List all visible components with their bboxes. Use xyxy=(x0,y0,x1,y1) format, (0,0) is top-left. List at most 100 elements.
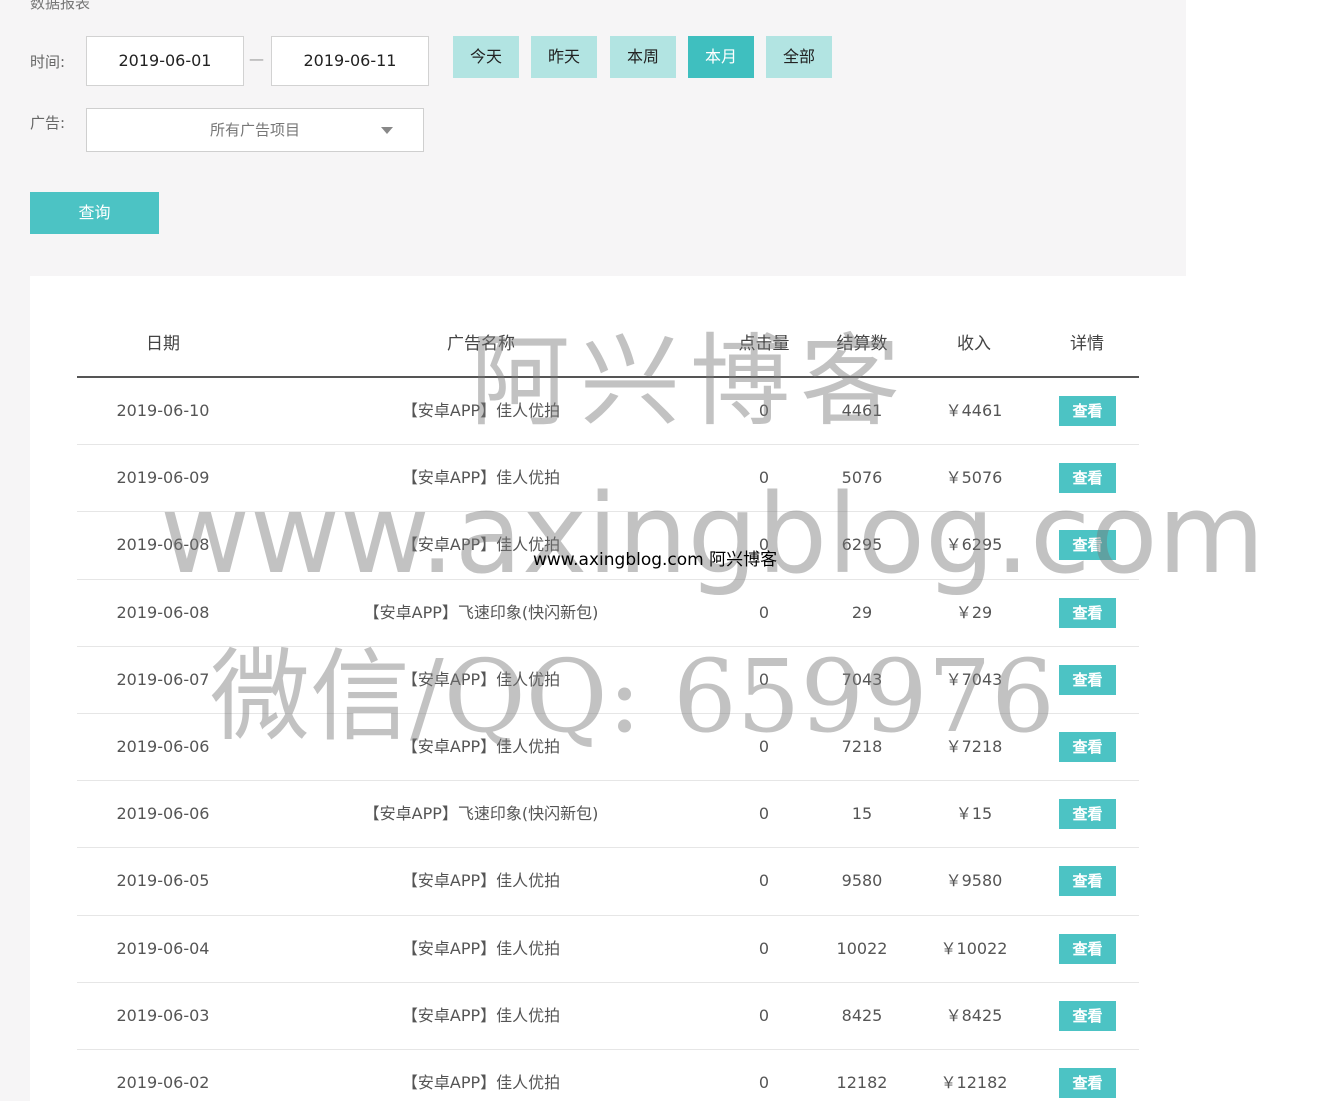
view-detail-button[interactable]: 查看 xyxy=(1059,1000,1116,1031)
cell-income: ￥8425 xyxy=(945,1005,1003,1025)
column-header-detail: 详情 xyxy=(1070,334,1104,354)
cell-settle: 6295 xyxy=(841,535,883,555)
table-row: 2019-06-08 【安卓APP】飞速印象(快闪新包) 0 29 ￥29 查看 xyxy=(77,580,1139,647)
cell-clicks: 0 xyxy=(758,602,770,622)
view-detail-button[interactable]: 查看 xyxy=(1059,866,1116,897)
report-table: 日期 广告名称 点击量 结算数 收入 详情 2019-06-10 【安卓APP】佳… xyxy=(77,324,1139,1101)
column-header-settle: 结算数 xyxy=(836,334,888,354)
range-month-button[interactable]: 本月 xyxy=(688,36,754,78)
cell-ad-name: 【安卓APP】佳人优拍 xyxy=(401,401,561,420)
cell-ad-name: 【安卓APP】佳人优拍 xyxy=(401,1005,561,1025)
view-detail-button[interactable]: 查看 xyxy=(1059,664,1116,695)
cell-clicks: 0 xyxy=(758,401,770,420)
table-header: 日期 广告名称 点击量 结算数 收入 详情 xyxy=(77,324,1139,378)
cell-settle: 12182 xyxy=(836,1072,888,1092)
report-panel: 日期 广告名称 点击量 结算数 收入 详情 2019-06-10 【安卓APP】佳… xyxy=(30,276,1186,1101)
table-row: 2019-06-06 【安卓APP】佳人优拍 0 7218 ￥7218 查看 xyxy=(77,714,1139,782)
table-row: 2019-06-06 【安卓APP】飞速印象(快闪新包) 0 15 ￥15 查看 xyxy=(77,781,1139,849)
range-yesterday-button[interactable]: 昨天 xyxy=(531,36,597,78)
cell-date: 2019-06-08 xyxy=(116,602,210,622)
cell-settle: 8425 xyxy=(841,1005,883,1025)
date-from-input[interactable]: 2019-06-01 xyxy=(86,36,244,86)
cell-income: ￥4461 xyxy=(945,401,1003,420)
date-separator: — xyxy=(249,50,264,68)
cell-clicks: 0 xyxy=(758,804,770,824)
column-header-date: 日期 xyxy=(146,334,180,354)
cell-settle: 15 xyxy=(851,804,873,824)
cell-date: 2019-06-02 xyxy=(116,1072,210,1092)
cell-clicks: 0 xyxy=(758,938,770,958)
cell-date: 2019-06-03 xyxy=(116,1005,210,1025)
date-to-input[interactable]: 2019-06-11 xyxy=(271,36,429,86)
cell-date: 2019-06-09 xyxy=(116,468,210,488)
column-header-clicks: 点击量 xyxy=(738,334,790,354)
cell-date: 2019-06-08 xyxy=(116,535,210,555)
cell-income: ￥9580 xyxy=(945,871,1003,891)
cell-ad-name: 【安卓APP】佳人优拍 xyxy=(401,669,561,689)
cell-ad-name: 【安卓APP】佳人优拍 xyxy=(401,1072,561,1092)
cell-income: ￥7043 xyxy=(945,669,1003,689)
cell-ad-name: 【安卓APP】佳人优拍 xyxy=(401,736,561,756)
column-header-income: 收入 xyxy=(957,334,991,354)
page-title: 数据报表 xyxy=(30,0,91,12)
range-week-button[interactable]: 本周 xyxy=(610,36,676,78)
view-detail-button[interactable]: 查看 xyxy=(1059,933,1116,964)
query-button[interactable]: 查询 xyxy=(30,192,159,234)
view-detail-button[interactable]: 查看 xyxy=(1059,731,1116,762)
time-label: 时间: xyxy=(30,53,66,71)
cell-income: ￥15 xyxy=(955,804,993,824)
view-detail-button[interactable]: 查看 xyxy=(1059,799,1116,830)
table-row: 2019-06-05 【安卓APP】佳人优拍 0 9580 ￥9580 查看 xyxy=(77,848,1139,916)
view-detail-button[interactable]: 查看 xyxy=(1059,1067,1116,1098)
view-detail-button[interactable]: 查看 xyxy=(1059,530,1116,561)
table-body: 2019-06-10 【安卓APP】佳人优拍 0 4461 ￥4461 查看 2019-06… xyxy=(77,378,1139,1101)
view-detail-button[interactable]: 查看 xyxy=(1059,396,1116,426)
cell-settle: 29 xyxy=(851,602,873,622)
cell-settle: 4461 xyxy=(841,401,883,420)
table-row: 2019-06-10 【安卓APP】佳人优拍 0 4461 ￥4461 查看 xyxy=(77,378,1139,446)
cell-date: 2019-06-05 xyxy=(116,871,210,891)
range-today-button[interactable]: 今天 xyxy=(453,36,519,78)
cell-ad-name: 【安卓APP】飞速印象(快闪新包) xyxy=(363,804,599,824)
cell-income: ￥10022 xyxy=(940,938,1008,958)
cell-ad-name: 【安卓APP】佳人优拍 xyxy=(401,871,561,891)
cell-clicks: 0 xyxy=(758,871,770,891)
chevron-down-icon xyxy=(381,127,393,134)
ad-label: 广告: xyxy=(30,114,66,132)
ad-select-value: 所有广告项目 xyxy=(209,121,300,139)
cell-date: 2019-06-06 xyxy=(116,804,210,824)
cell-income: ￥5076 xyxy=(945,468,1003,488)
cell-ad-name: 【安卓APP】飞速印象(快闪新包) xyxy=(363,602,599,622)
table-row: 2019-06-07 【安卓APP】佳人优拍 0 7043 ￥7043 查看 xyxy=(77,647,1139,714)
cell-settle: 7218 xyxy=(841,736,883,756)
cell-date: 2019-06-10 xyxy=(116,401,210,420)
cell-clicks: 0 xyxy=(758,1005,770,1025)
cell-income: ￥12182 xyxy=(940,1072,1008,1092)
view-detail-button[interactable]: 查看 xyxy=(1059,597,1116,628)
cell-clicks: 0 xyxy=(758,1072,770,1092)
right-gutter xyxy=(1186,0,1334,1101)
cell-income: ￥6295 xyxy=(945,535,1003,555)
cell-clicks: 0 xyxy=(758,468,770,488)
table-row: 2019-06-09 【安卓APP】佳人优拍 0 5076 ￥5076 查看 xyxy=(77,445,1139,513)
table-row: 2019-06-02 【安卓APP】佳人优拍 0 12182 ￥12182 查看 xyxy=(77,1050,1139,1101)
cell-clicks: 0 xyxy=(758,669,770,689)
cell-date: 2019-06-04 xyxy=(116,938,210,958)
cell-ad-name: 【安卓APP】佳人优拍 xyxy=(401,468,561,488)
view-detail-button[interactable]: 查看 xyxy=(1059,463,1116,494)
range-all-button[interactable]: 全部 xyxy=(766,36,832,78)
cell-income: ￥7218 xyxy=(945,736,1003,756)
cell-settle: 10022 xyxy=(836,938,888,958)
table-row: 2019-06-04 【安卓APP】佳人优拍 0 10022 ￥10022 查看 xyxy=(77,916,1139,983)
column-header-ad-name: 广告名称 xyxy=(447,334,515,354)
cell-ad-name: 【安卓APP】佳人优拍 xyxy=(401,938,561,958)
table-row: 2019-06-03 【安卓APP】佳人优拍 0 8425 ￥8425 查看 xyxy=(77,983,1139,1050)
cell-settle: 7043 xyxy=(841,669,883,689)
cell-date: 2019-06-06 xyxy=(116,736,210,756)
watermark-caption: www.axingblog.com 阿兴博客 xyxy=(533,550,778,570)
cell-clicks: 0 xyxy=(758,736,770,756)
cell-date: 2019-06-07 xyxy=(116,669,210,689)
cell-income: ￥29 xyxy=(955,602,993,622)
cell-settle: 5076 xyxy=(841,468,883,488)
ad-project-select[interactable]: 所有广告项目 xyxy=(86,108,424,152)
